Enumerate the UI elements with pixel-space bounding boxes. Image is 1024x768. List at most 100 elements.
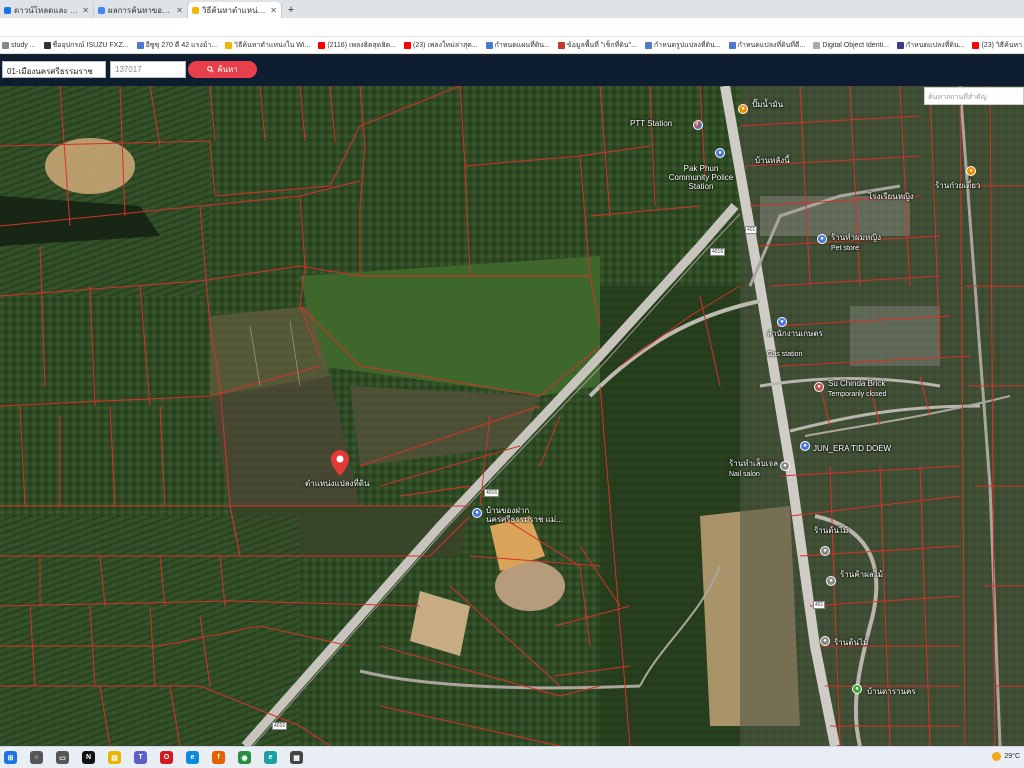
bookmark-label: study ...	[11, 41, 36, 49]
fuel-icon[interactable]: ●	[738, 104, 748, 114]
bookmark-favicon-icon	[318, 41, 326, 49]
bookmark-label: กำหนดแปลงที่ดินที่ดี...	[737, 41, 806, 49]
bookmark-favicon-icon	[644, 41, 652, 49]
route-shield: 401	[813, 601, 826, 609]
calculator-icon[interactable]: ▦	[290, 751, 303, 764]
shop-icon[interactable]: ●	[800, 441, 810, 451]
search-button-label: ค้นหา	[217, 65, 238, 74]
place-label[interactable]: Pak Phun Community Police Station	[664, 164, 738, 191]
store-icon[interactable]: ●	[817, 234, 827, 244]
opera-icon[interactable]: O	[160, 751, 173, 764]
satellite-map[interactable]: ค้นหาสถานที่สำคัญ 4016 4016 4016 401 401…	[0, 86, 1024, 746]
bookmark-item[interactable]: วิธีค้นหาตำแหน่งใน Wi...	[225, 40, 310, 51]
place-label[interactable]: Su Chinda Brick	[828, 379, 885, 388]
site-icon	[192, 6, 199, 14]
bookmark-favicon-icon	[557, 41, 565, 49]
teams-icon[interactable]: T	[134, 751, 147, 764]
bookmark-item[interactable]: (23) วิธีค้นหา ๆ ที่ดิน...	[972, 40, 1024, 51]
tab-title: ผลการค้นหาของ windows 10 - ค้นห	[108, 5, 173, 15]
close-icon[interactable]: ✕	[82, 6, 89, 15]
place-label[interactable]: ร้านทำเล็บเจล	[729, 459, 778, 468]
province-select[interactable]: 01-เมืองนครศรีธรรมราช	[2, 61, 106, 78]
route-shield: 4016	[484, 489, 500, 497]
search-button[interactable]: ค้นหา	[188, 61, 257, 78]
place-marker-icon[interactable]: ●	[814, 382, 824, 392]
place-sublabel: Nail salon	[729, 471, 760, 478]
bookmark-item[interactable]: กำหนดแปลงที่ดิน...	[896, 40, 965, 51]
bookmark-item[interactable]: กำหนดแผนที่ดิน...	[485, 40, 550, 51]
bookmark-label: ข้อมูลพื้นที่ "เช็กที่ดิน"...	[566, 41, 637, 49]
task-view-icon[interactable]: ▭	[56, 751, 69, 764]
bookmark-item[interactable]: กำหนดแปลงที่ดินที่ดี...	[728, 40, 806, 51]
bookmark-item[interactable]: Digital Object Identi...	[813, 41, 889, 49]
browser-tab-strip: ดาวน์โหลดและ Windows 10 - ✕ ผลการค้นหาขอ…	[0, 0, 1024, 18]
place-search-input[interactable]: ค้นหาสถานที่สำคัญ	[924, 87, 1024, 105]
bookmarks-bar: study ... ชื่ออุปกรณ์ ISUZU FXZ... อีซูซุ …	[0, 37, 1024, 54]
bookmark-favicon-icon	[43, 41, 51, 49]
browser-tab-2[interactable]: ผลการค้นหาของ windows 10 - ค้นห ✕	[94, 2, 188, 18]
gas-station-icon[interactable]: ⛽	[693, 120, 703, 130]
restaurant-icon[interactable]: ●	[966, 166, 976, 176]
netflix-icon[interactable]: N	[82, 751, 95, 764]
place-marker-icon[interactable]: ●	[826, 576, 836, 586]
bookmark-item[interactable]: ชื่ออุปกรณ์ ISUZU FXZ...	[43, 40, 129, 51]
place-marker-icon[interactable]: ●	[820, 546, 830, 556]
bookmark-label: Digital Object Identi...	[822, 41, 889, 49]
firefox-icon[interactable]: f	[212, 751, 225, 764]
place-sublabel: Gas station	[767, 351, 803, 358]
bookmark-label: กำหนดแผนที่ดิน...	[494, 41, 550, 49]
bookmark-label: กำหนดแปลงที่ดิน...	[905, 41, 965, 49]
bookmark-favicon-icon	[972, 41, 980, 49]
new-tab-button[interactable]: +	[282, 4, 300, 18]
search-icon[interactable]: ○	[30, 751, 43, 764]
bookmark-item[interactable]: กำหนดรูปแปลงที่ดิน...	[644, 40, 721, 51]
bookmark-label: (2116) เพลงฮิตสุดฮิต...	[327, 41, 396, 49]
browser-tab-3[interactable]: วิธีค้นหาตำแหน่งใน Windows 10 ✕	[188, 2, 282, 18]
place-label[interactable]: ร้านทำผมหญิง	[831, 233, 881, 242]
place-label[interactable]: สำนักงานเกษตร	[767, 329, 823, 338]
police-icon[interactable]: ●	[715, 148, 725, 158]
edge-dev-icon[interactable]: e	[264, 751, 277, 764]
salon-icon[interactable]: ●	[780, 461, 790, 471]
bookmark-label: กำหนดรูปแปลงที่ดิน...	[653, 41, 721, 49]
place-label[interactable]: บ้านดารานคร	[867, 687, 916, 696]
system-tray[interactable]: 29°C	[992, 752, 1020, 761]
place-sublabel: Temporarily closed	[828, 391, 887, 398]
place-label[interactable]: ร้านค้าผลไม้	[840, 570, 883, 579]
close-icon[interactable]: ✕	[270, 6, 277, 15]
shop-icon[interactable]: ●	[472, 508, 482, 518]
place-label[interactable]: ปั๊มน้ำมัน	[752, 100, 807, 109]
home-icon[interactable]: ●	[852, 684, 862, 694]
bookmark-label: อีซูซุ 270 ดี 42 แรงม้า...	[145, 41, 218, 49]
address-bar[interactable]	[0, 18, 1024, 37]
start-icon[interactable]: ⊞	[4, 751, 17, 764]
browser-tab-1[interactable]: ดาวน์โหลดและ Windows 10 - ✕	[0, 2, 94, 18]
bookmark-favicon-icon	[2, 41, 9, 49]
place-label[interactable]: PTT Station	[630, 119, 672, 128]
edge-icon[interactable]: e	[186, 751, 199, 764]
place-label[interactable]: บ้านของฝาก นครศรีธรรมราช แม่...	[486, 506, 586, 524]
tab-favicon	[4, 6, 11, 14]
bookmark-item[interactable]: study ...	[2, 41, 36, 49]
place-label[interactable]: โรงเรียนหญิง	[868, 192, 914, 201]
explorer-icon[interactable]: ▤	[108, 751, 121, 764]
place-label[interactable]: บ้านหลังนี้	[755, 156, 790, 165]
bookmark-favicon-icon	[403, 41, 411, 49]
bookmark-item[interactable]: อีซูซุ 270 ดี 42 แรงม้า...	[136, 40, 218, 51]
close-icon[interactable]: ✕	[176, 6, 183, 15]
place-label[interactable]: ร้านต้นไม้	[814, 526, 848, 535]
map-canvas[interactable]	[0, 86, 1024, 746]
gas-station-icon[interactable]: ●	[777, 317, 787, 327]
bookmark-item[interactable]: (2116) เพลงฮิตสุดฮิต...	[318, 40, 396, 51]
place-marker-icon[interactable]: ●	[820, 636, 830, 646]
parcel-number-input[interactable]: 137017	[110, 61, 186, 78]
map-pin-icon[interactable]	[331, 450, 349, 476]
chrome-icon[interactable]: ◉	[238, 751, 251, 764]
place-label[interactable]: ร้านต้นไม้	[834, 638, 868, 647]
place-label[interactable]: ร้านก๋วยเตี๋ยว	[935, 181, 980, 190]
place-label[interactable]: JUN_ERA TID DOEW	[813, 444, 891, 453]
route-shield: 401	[745, 226, 758, 234]
bookmark-item[interactable]: ข้อมูลพื้นที่ "เช็กที่ดิน"...	[557, 40, 637, 51]
bookmark-favicon-icon	[485, 41, 493, 49]
bookmark-item[interactable]: (23) เพลงใหม่ล่าสุด...	[403, 40, 478, 51]
